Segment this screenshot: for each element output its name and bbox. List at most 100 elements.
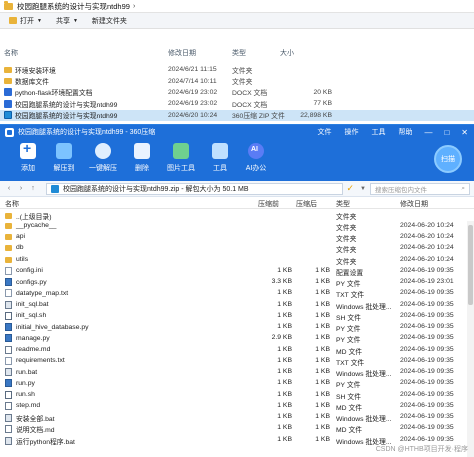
zip-file-name: 安装全部.bat bbox=[16, 416, 55, 423]
menu-help[interactable]: 帮助 bbox=[398, 127, 412, 137]
file-row[interactable]: python-flask环境配置文档 2024/6/19 23:02 DOCX … bbox=[0, 87, 474, 98]
column-name[interactable]: 名称 bbox=[5, 199, 19, 209]
batch-icon bbox=[5, 300, 12, 309]
zip-original-size: 1 KB bbox=[315, 311, 330, 319]
zip-row[interactable]: config.ini 1 KB 1 KB 配置设置 2024-06-19 09:… bbox=[0, 265, 474, 277]
scan-button[interactable]: 扫描 bbox=[434, 145, 462, 173]
address-field[interactable]: 校园跑腿系统的设计与实现ntdh99.zip - 解包大小为 50.1 MB bbox=[46, 182, 343, 195]
add-button[interactable]: 添加 bbox=[10, 140, 46, 173]
explorer-title[interactable]: 校园跑腿系统的设计与实现ntdh99 bbox=[17, 1, 130, 12]
zip-name-cell: run.bat bbox=[5, 368, 37, 376]
zip-name-cell: api bbox=[5, 233, 25, 240]
column-date[interactable]: 修改日期 bbox=[400, 199, 428, 209]
zip-file-type: SH 文件 bbox=[336, 314, 361, 322]
add-icon bbox=[20, 140, 36, 159]
zip-file-name: utils bbox=[16, 255, 29, 263]
maximize-icon[interactable]: □ bbox=[444, 128, 449, 137]
zip-file-date: 2024-06-19 23:01 bbox=[400, 278, 454, 285]
column-date[interactable]: 修改日期 bbox=[168, 48, 196, 58]
zip-file-name: requirements.txt bbox=[16, 357, 65, 365]
zip-row[interactable]: requirements.txt 1 KB 1 KB TXT 文件 2024-0… bbox=[0, 355, 474, 367]
close-icon[interactable]: ✕ bbox=[461, 128, 468, 137]
zip-address-bar: ‹ › ↑ 校园跑腿系统的设计与实现ntdh99.zip - 解包大小为 50.… bbox=[0, 181, 474, 197]
column-size[interactable]: 大小 bbox=[280, 48, 294, 58]
zip-row[interactable]: init_sql.sh 1 KB 1 KB SH 文件 2024-06-19 0… bbox=[0, 310, 474, 322]
share-button[interactable]: 共享 ▼ bbox=[51, 14, 83, 27]
file-name: 数据库文件 bbox=[15, 79, 49, 87]
explorer-file-list: 环境安装环境 2024/6/21 11:15 文件夹 数据库文件 2024/7/… bbox=[0, 64, 474, 121]
zip-file-date: 2024-06-20 10:24 bbox=[400, 255, 454, 263]
zip-row[interactable]: run.sh 1 KB 1 KB SH 文件 2024-06-19 09:35 bbox=[0, 389, 474, 401]
zip-file-date: 2024-06-19 09:35 bbox=[400, 266, 454, 274]
extract-to-button[interactable]: 解压到 bbox=[46, 143, 82, 173]
zip-row[interactable]: step.md 1 KB 1 KB MD 文件 2024-06-19 09:35 bbox=[0, 400, 474, 412]
zip-file-type: PY 文件 bbox=[336, 382, 361, 390]
zip-row[interactable]: initial_hive_database.py 1 KB 1 KB PY 文件… bbox=[0, 322, 474, 333]
zip-file-type: 配置设置 bbox=[336, 269, 364, 277]
zip-file-name: manage.py bbox=[16, 334, 50, 342]
share-button-label: 共享 bbox=[55, 17, 70, 25]
minimize-icon[interactable]: — bbox=[424, 128, 432, 137]
up-icon[interactable]: ↑ bbox=[28, 185, 38, 192]
zip-row[interactable]: db 文件夹 2024-06-20 10:24 bbox=[0, 243, 474, 254]
image-tool-button[interactable]: 图片工具 bbox=[160, 143, 202, 173]
zip-file-name: ..(上级目录) bbox=[16, 213, 52, 221]
zip-row[interactable]: ..(上级目录) 文件夹 bbox=[0, 209, 474, 221]
tools-button[interactable]: 工具 bbox=[202, 143, 238, 173]
zip-file-type: 文件夹 bbox=[336, 236, 357, 243]
zip-row[interactable]: readme.md 1 KB 1 KB MD 文件 2024-06-19 09:… bbox=[0, 344, 474, 356]
column-type[interactable]: 类型 bbox=[232, 48, 246, 58]
zip-file-type: 文件夹 bbox=[336, 213, 357, 221]
ai-office-button[interactable]: AI办公 bbox=[238, 143, 274, 173]
zip-name-cell: config.ini bbox=[5, 266, 43, 275]
explorer-breadcrumb: 校园跑腿系统的设计与实现ntdh99 › bbox=[0, 0, 474, 13]
menu-tools[interactable]: 工具 bbox=[371, 127, 385, 137]
delete-icon bbox=[134, 143, 150, 159]
zip-row[interactable]: __pycache__ 文件夹 2024-06-20 10:24 bbox=[0, 220, 474, 232]
zip-file-name: run.sh bbox=[16, 391, 35, 398]
file-row[interactable]: 环境安装环境 2024/6/21 11:15 文件夹 bbox=[0, 64, 474, 75]
file-row[interactable]: 数据库文件 2024/7/14 10:11 文件夹 bbox=[0, 75, 474, 86]
zip-file-type: MD 文件 bbox=[336, 404, 363, 412]
zip-file-type: PY 文件 bbox=[336, 326, 361, 333]
zip-file-name: run.py bbox=[16, 379, 35, 387]
scrollbar-thumb[interactable] bbox=[468, 225, 473, 305]
zip-row[interactable]: api 文件夹 2024-06-20 10:24 bbox=[0, 232, 474, 243]
zip-file-name: 运行python程序.bat bbox=[16, 438, 75, 446]
delete-button[interactable]: 删除 bbox=[124, 143, 160, 173]
forward-icon[interactable]: › bbox=[16, 185, 26, 192]
file-row[interactable]: 校园跑腿系统的设计与实现ntdh99 2024/6/19 23:02 DOCX … bbox=[0, 98, 474, 109]
column-type[interactable]: 类型 bbox=[336, 199, 350, 209]
new-folder-button[interactable]: 新建文件夹 bbox=[87, 14, 132, 27]
menu-operation[interactable]: 操作 bbox=[344, 127, 358, 137]
zip-row[interactable]: configs.py 3.3 KB 1 KB PY 文件 2024-06-19 … bbox=[0, 277, 474, 288]
column-compressed[interactable]: 压缩前 bbox=[258, 199, 279, 209]
zip-row[interactable]: manage.py 2.9 KB 1 KB PY 文件 2024-06-19 0… bbox=[0, 333, 474, 344]
file-row[interactable]: 校园跑腿系统的设计与实现ntdh99 2024/6/20 10:24 360压缩… bbox=[0, 109, 474, 121]
zip-name-cell: db bbox=[5, 244, 24, 252]
file-size: 77 KB bbox=[313, 100, 332, 108]
column-original[interactable]: 压缩后 bbox=[296, 199, 317, 209]
zip-row[interactable]: 安装全部.bat 1 KB 1 KB Windows 批处理... 2024-0… bbox=[0, 412, 474, 423]
menu-file[interactable]: 文件 bbox=[317, 127, 331, 137]
zip-name-cell: configs.py bbox=[5, 278, 47, 286]
zip-file-type: PY 文件 bbox=[336, 337, 361, 345]
zip-row[interactable]: utils 文件夹 2024-06-20 10:24 bbox=[0, 254, 474, 266]
zip-row[interactable]: run.py 1 KB 1 KB PY 文件 2024-06-19 09:35 bbox=[0, 378, 474, 389]
zip-row[interactable]: init_sql.bat 1 KB 1 KB Windows 批处理... 20… bbox=[0, 299, 474, 311]
zip-row[interactable]: datatype_map.txt 1 KB 1 KB TXT 文件 2024-0… bbox=[0, 288, 474, 299]
open-button[interactable]: 打开 ▼ bbox=[4, 14, 47, 27]
zip-row[interactable]: 说明文档.md 1 KB 1 KB MD 文件 2024-06-19 09:35 bbox=[0, 423, 474, 434]
search-input[interactable]: 搜索压缩包内文件 ⌕ bbox=[370, 182, 470, 195]
zip-row[interactable]: run.bat 1 KB 1 KB Windows 批处理... 2024-06… bbox=[0, 367, 474, 378]
zip-original-size: 1 KB bbox=[315, 390, 330, 398]
check-icon[interactable]: ✓ bbox=[347, 183, 355, 194]
back-icon[interactable]: ‹ bbox=[4, 185, 14, 192]
search-icon[interactable]: ⌕ bbox=[461, 185, 465, 193]
zip-original-size: 1 KB bbox=[315, 300, 330, 308]
one-click-extract-button[interactable]: 一键解压 bbox=[82, 143, 124, 173]
column-name[interactable]: 名称 bbox=[4, 48, 18, 58]
zip-file-type: Windows 批处理... bbox=[336, 371, 392, 378]
chevron-down-icon[interactable]: ▼ bbox=[360, 186, 366, 192]
chevron-right-icon[interactable]: › bbox=[133, 3, 135, 10]
